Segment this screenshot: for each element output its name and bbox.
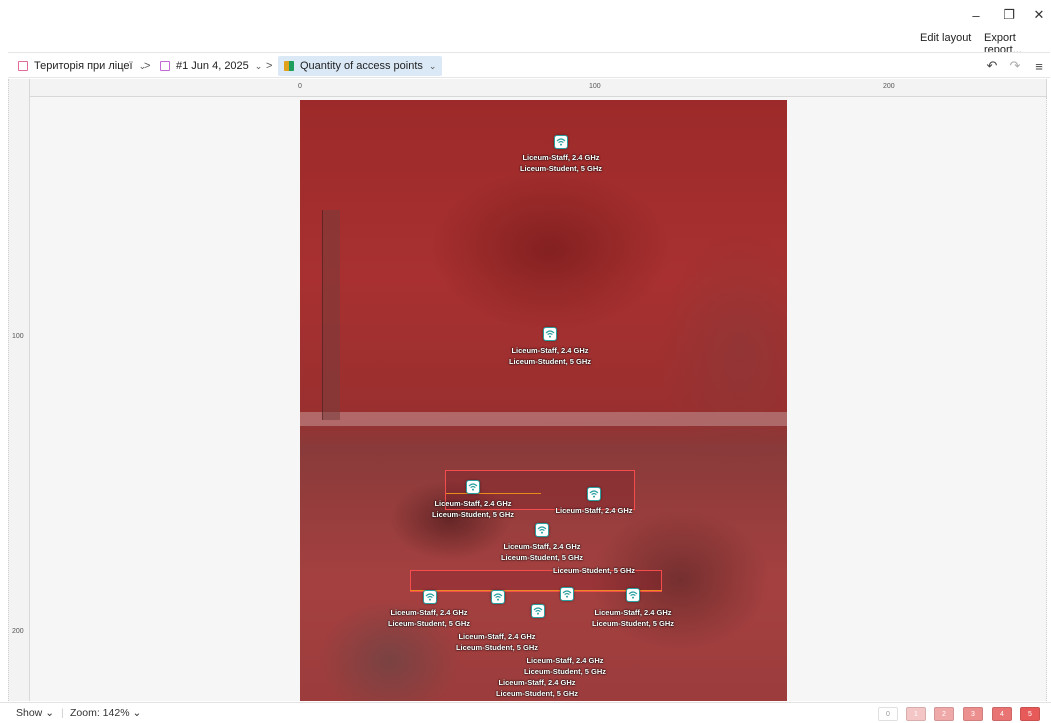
breadcrumb-survey-label: #1 Jun 4, 2025 — [176, 60, 249, 72]
top-actions: Edit layout Export report... — [0, 30, 1051, 56]
redo-icon[interactable]: ↷ — [1006, 57, 1024, 75]
minimize-button[interactable]: – — [964, 6, 988, 24]
title-bar: – ❐ ✕ — [0, 0, 1051, 30]
access-point-icon[interactable] — [491, 590, 505, 604]
access-point-label: Liceum-Staff, 2.4 GHz Liceum-Student, 5 G… — [495, 678, 579, 698]
breadcrumb-floor-label: Територія при ліцеї — [34, 60, 133, 72]
show-dropdown[interactable]: Show ⌄ — [16, 707, 54, 719]
chevron-down-icon: ⌄ — [428, 60, 437, 71]
chevron-right-icon: > — [144, 60, 151, 72]
access-point-label: Liceum-Staff, 2.4 GHz Liceum-Student, 5 G… — [500, 542, 584, 562]
legend-swatch-0: 0 — [878, 707, 898, 721]
access-point-icon[interactable] — [423, 590, 437, 604]
legend-swatch-1: 1 — [906, 707, 926, 721]
access-point-label: Liceum-Student, 5 GHz — [552, 566, 636, 575]
access-point-icon[interactable] — [626, 588, 640, 602]
access-point-label: Liceum-Staff, 2.4 GHz Liceum-Student, 5 G… — [431, 499, 515, 519]
access-point-icon[interactable] — [587, 487, 601, 501]
divider: | — [61, 707, 64, 719]
access-point-label: Liceum-Staff, 2.4 GHz Liceum-Student, 5 G… — [591, 608, 675, 628]
breadcrumb-floor[interactable]: Територія при ліцеї ⌄ — [12, 56, 152, 76]
close-button[interactable]: ✕ — [1027, 6, 1051, 24]
survey-icon — [160, 61, 170, 71]
legend-swatch-5: 5 — [1020, 707, 1040, 721]
access-point-label: Liceum-Staff, 2.4 GHz — [555, 506, 633, 515]
access-point-label: Liceum-Staff, 2.4 GHz Liceum-Student, 5 G… — [455, 632, 539, 652]
floor-plan-icon — [18, 61, 28, 71]
breadcrumb-survey[interactable]: #1 Jun 4, 2025 ⌄ — [154, 56, 268, 76]
road-strip — [300, 412, 787, 426]
legend-swatch-3: 3 — [963, 707, 983, 721]
map-canvas[interactable]: Liceum-Staff, 2.4 GHz Liceum-Student, 5 G… — [30, 97, 1047, 701]
access-point-icon[interactable] — [543, 327, 557, 341]
status-bar: Show ⌄ | Zoom: 142% ⌄ 0 1 2 3 4 5 — [0, 702, 1051, 723]
access-point-icon[interactable] — [531, 604, 545, 618]
access-point-label: Liceum-Staff, 2.4 GHz Liceum-Student, 5 G… — [523, 656, 607, 676]
ruler-label: 100 — [589, 83, 601, 90]
settings-sliders-icon[interactable]: ≡ — [1030, 57, 1048, 75]
ruler-label: 200 — [12, 628, 24, 635]
edit-layout-button[interactable]: Edit layout — [920, 32, 971, 44]
access-point-icon[interactable] — [554, 135, 568, 149]
chevron-right-icon: > — [266, 60, 273, 72]
access-point-label: Liceum-Staff, 2.4 GHz Liceum-Student, 5 G… — [519, 153, 603, 173]
heatmap-image[interactable]: Liceum-Staff, 2.4 GHz Liceum-Student, 5 G… — [300, 100, 787, 701]
access-point-label: Liceum-Staff, 2.4 GHz Liceum-Student, 5 G… — [387, 608, 471, 628]
wall-segment — [410, 590, 662, 591]
breadcrumb: Територія при ліцеї ⌄ > #1 Jun 4, 2025 ⌄… — [8, 52, 1050, 78]
legend-swatch-2: 2 — [934, 707, 954, 721]
heatmap-icon — [284, 61, 294, 71]
chevron-down-icon: ⌄ — [45, 707, 54, 719]
access-point-icon[interactable] — [560, 587, 574, 601]
wall-segment — [446, 493, 541, 494]
building-left-wall — [322, 210, 340, 420]
access-point-label: Liceum-Staff, 2.4 GHz Liceum-Student, 5 G… — [508, 346, 592, 366]
zoom-dropdown[interactable]: Zoom: 142% ⌄ — [70, 707, 141, 719]
undo-icon[interactable]: ↶ — [983, 57, 1001, 75]
breadcrumb-visualization[interactable]: Quantity of access points ⌄ — [278, 56, 443, 76]
restore-button[interactable]: ❐ — [997, 6, 1021, 24]
ruler-label: 200 — [883, 83, 895, 90]
vertical-ruler: 100 200 — [8, 79, 30, 701]
legend-swatch-4: 4 — [992, 707, 1012, 721]
access-point-icon[interactable] — [466, 480, 480, 494]
access-point-icon[interactable] — [535, 523, 549, 537]
zoom-label: Zoom: 142% — [70, 707, 130, 719]
horizontal-ruler: 0 100 200 — [30, 79, 1047, 97]
breadcrumb-visualization-label: Quantity of access points — [300, 60, 423, 72]
chevron-down-icon: ⌄ — [132, 707, 142, 719]
ruler-label: 100 — [12, 333, 24, 340]
ruler-label: 0 — [298, 83, 302, 90]
chevron-down-icon: ⌄ — [254, 60, 263, 71]
show-label: Show — [16, 707, 43, 719]
